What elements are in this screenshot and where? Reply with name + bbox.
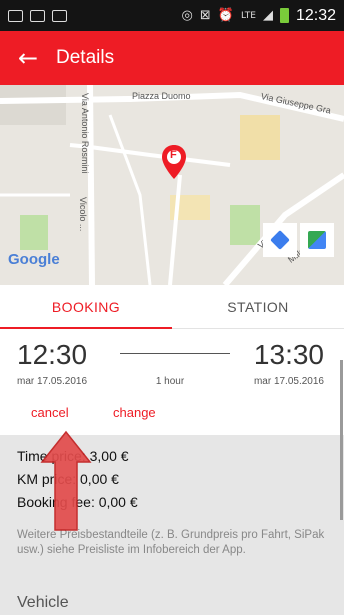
directions-icon: [270, 230, 290, 250]
cancel-button[interactable]: cancel: [31, 405, 69, 420]
app-bar: ← Details: [0, 31, 344, 85]
google-logo: Google: [8, 251, 60, 268]
lte-icon: LTE: [240, 10, 256, 21]
start-date: mar 17.05.2016: [17, 376, 88, 387]
directions-button[interactable]: [263, 223, 297, 257]
start-time: 12:30: [17, 339, 88, 370]
status-time: 12:32: [295, 6, 336, 24]
price-section: Time price: 3,00 € KM price: 0,00 € Book…: [0, 435, 344, 615]
signal-icon: ◢: [262, 8, 273, 23]
time-divider: [120, 353, 230, 354]
bbm-icon: [30, 9, 45, 22]
scrollbar[interactable]: [340, 360, 343, 520]
page-title: Details: [56, 47, 115, 68]
km-price: KM price: 0,00 €: [17, 471, 119, 487]
end-time: 13:30: [253, 339, 324, 370]
back-button[interactable]: ←: [0, 31, 56, 85]
pin-letter: F: [170, 149, 177, 161]
arrow-left-icon: ←: [17, 44, 39, 72]
status-bar-left: [8, 9, 67, 22]
vibrate-icon: ◎: [181, 8, 193, 23]
battery-icon: [279, 8, 289, 23]
tab-station[interactable]: STATION: [172, 285, 344, 328]
image-icon: [8, 9, 23, 22]
message-icon: [52, 9, 67, 22]
status-bar-right: ◎ ⊠ ⏰ LTE ◢ 12:32: [182, 7, 336, 25]
street-label: Piazza Duomo: [132, 91, 191, 101]
booking-duration: 1 hour: [155, 376, 185, 387]
google-maps-icon: [308, 231, 326, 249]
price-note: Weitere Preisbestandteile (z. B. Grundpr…: [17, 529, 325, 556]
mute-icon: ⊠: [199, 8, 211, 23]
map-pin[interactable]: F: [162, 145, 186, 179]
vehicle-heading: Vehicle: [17, 594, 69, 611]
status-bar: ◎ ⊠ ⏰ LTE ◢ 12:32: [0, 0, 344, 31]
end-date: mar 17.05.2016: [253, 376, 324, 387]
tab-booking[interactable]: BOOKING: [0, 285, 172, 329]
booking-times: 12:30 13:30 mar 17.05.2016 1 hour mar 17…: [0, 329, 344, 435]
tab-bar: BOOKING STATION: [0, 285, 344, 329]
street-label: Vicolo ...: [78, 197, 88, 232]
booking-fee: Booking fee: 0,00 €: [17, 494, 138, 510]
alarm-icon: ⏰: [217, 8, 234, 23]
change-button[interactable]: change: [113, 405, 156, 420]
map-view[interactable]: Piazza Duomo Via Giuseppe Gra Via Antoni…: [0, 85, 344, 285]
open-google-maps-button[interactable]: [300, 223, 334, 257]
time-price: Time price: 3,00 €: [17, 448, 129, 464]
street-label: Via Antonio Rosmini: [80, 93, 90, 174]
